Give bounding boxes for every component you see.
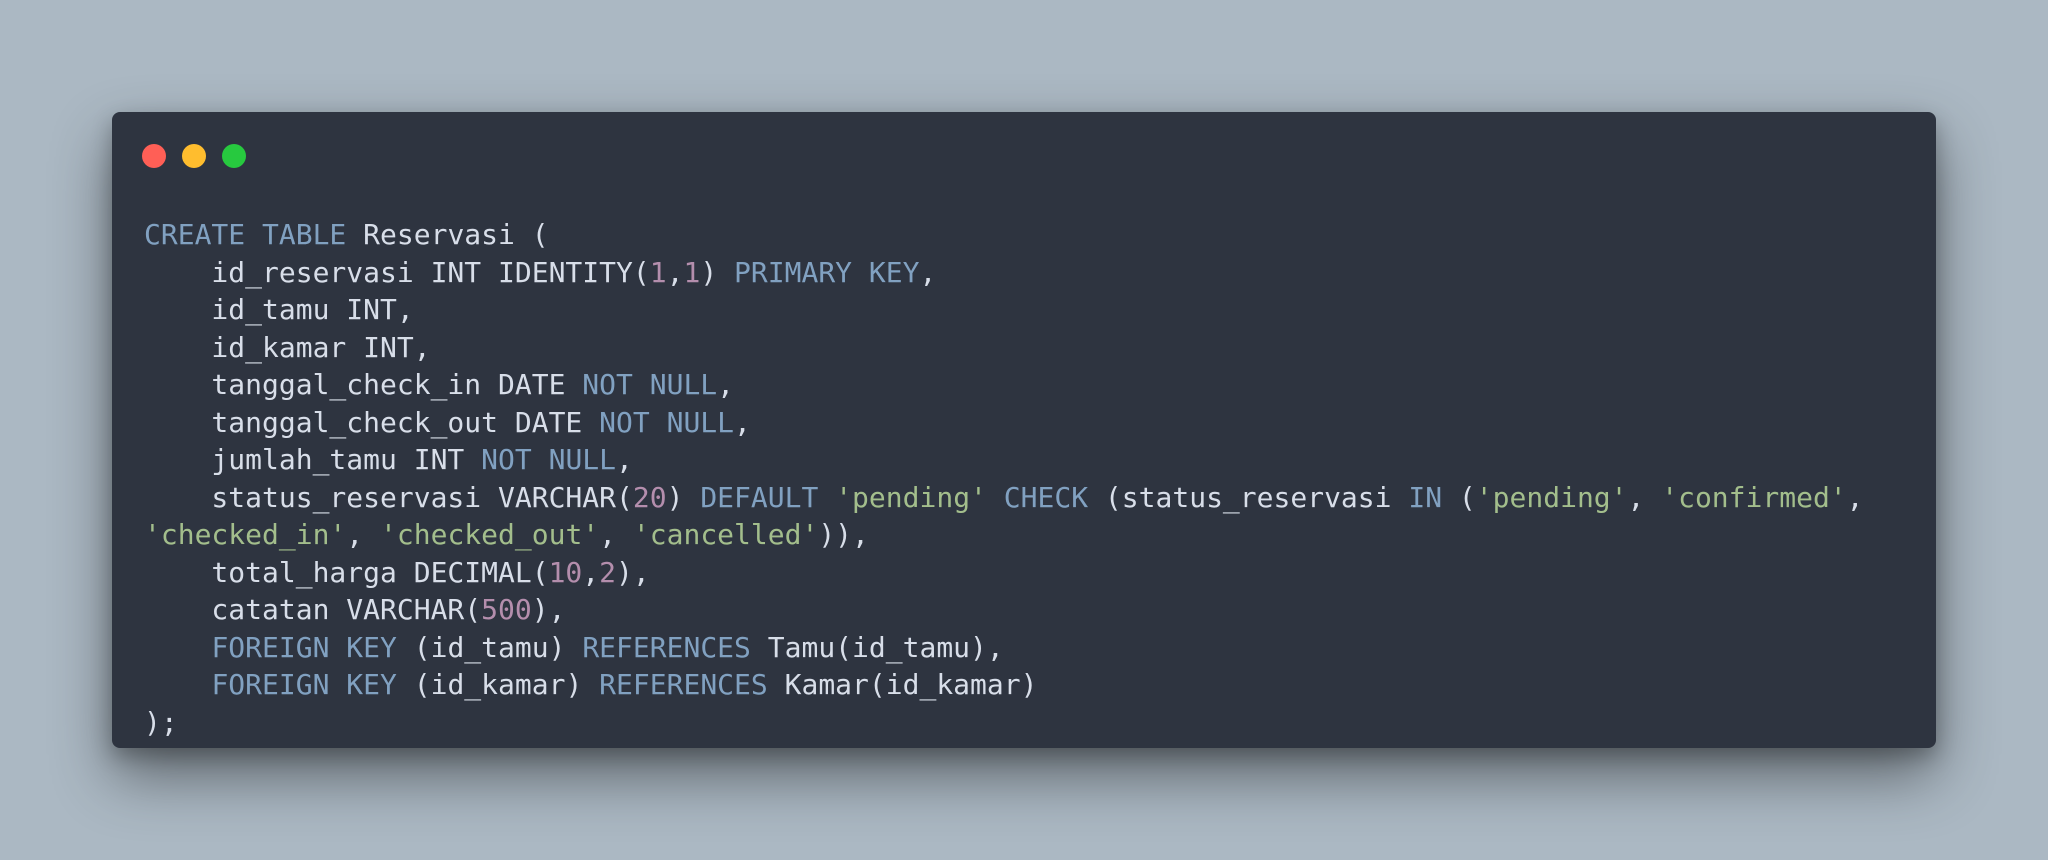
punctuation-token: ,: [1846, 480, 1864, 514]
code-line: id_reservasi INT IDENTITY(1,1) PRIMARY K…: [144, 254, 1924, 292]
number-token: 20: [632, 480, 667, 514]
punctuation-token: ): [666, 480, 701, 514]
punctuation-token: );: [144, 705, 178, 739]
keyword-token: NOT NULL: [481, 443, 617, 476]
identifier-token: Kamar(id_kamar): [767, 668, 1038, 701]
punctuation-token: ,: [346, 518, 381, 551]
string-token: 'confirmed': [1661, 480, 1847, 514]
punctuation-token: ,: [616, 443, 633, 476]
code-line: FOREIGN KEY (id_kamar) REFERENCES Kamar(…: [144, 666, 1924, 704]
number-token: 500: [481, 593, 532, 626]
identifier-token: id_kamar INT,: [144, 330, 431, 364]
keyword-token: REFERENCES: [582, 630, 751, 664]
keyword-token: FOREIGN KEY: [211, 668, 397, 701]
identifier-token: Reservasi (: [346, 218, 549, 251]
number-token: 1: [683, 255, 701, 289]
code-line: FOREIGN KEY (id_tamu) REFERENCES Tamu(id…: [144, 629, 1924, 667]
punctuation-token: ),: [616, 555, 650, 589]
identifier-token: catatan VARCHAR(: [144, 593, 482, 626]
code-line: catatan VARCHAR(500),: [144, 591, 1924, 629]
identifier-token: total_harga DECIMAL(: [144, 555, 549, 589]
keyword-token: PRIMARY KEY: [734, 255, 920, 289]
identifier-token: tanggal_check_in DATE: [144, 368, 583, 401]
punctuation-token: ,: [666, 255, 684, 289]
code-line: 'checked_in', 'checked_out', 'cancelled'…: [144, 516, 1924, 554]
code-line: tanggal_check_out DATE NOT NULL,: [144, 404, 1924, 442]
code-line: id_tamu INT,: [144, 291, 1924, 329]
punctuation-token: (id_kamar): [396, 668, 600, 701]
string-token: 'checked_out': [380, 518, 600, 551]
identifier-token: Tamu(id_tamu),: [750, 630, 1004, 664]
punctuation-token: )),: [818, 518, 869, 551]
punctuation-token: (status_reservasi: [1088, 480, 1409, 514]
maximize-icon[interactable]: [222, 144, 246, 168]
code-line: status_reservasi VARCHAR(20) DEFAULT 'pe…: [144, 479, 1924, 517]
punctuation-token: ,: [1627, 480, 1662, 514]
number-token: 1: [649, 255, 667, 289]
identifier-token: jumlah_tamu INT: [144, 443, 482, 476]
string-token: 'pending': [835, 480, 987, 514]
punctuation-token: ,: [582, 555, 600, 589]
identifier-token: status_reservasi VARCHAR(: [144, 480, 633, 514]
punctuation-token: ),: [531, 593, 566, 626]
code-block: CREATE TABLE Reservasi ( id_reservasi IN…: [144, 216, 1924, 741]
code-window: CREATE TABLE Reservasi ( id_reservasi IN…: [112, 112, 1936, 748]
keyword-token: CHECK: [1003, 480, 1089, 514]
punctuation-token: (id_tamu): [396, 630, 583, 664]
number-token: 10: [548, 555, 583, 589]
keyword-token: CREATE TABLE: [144, 218, 347, 251]
identifier-token: [144, 668, 211, 701]
punctuation-token: ,: [717, 368, 735, 401]
code-line: jumlah_tamu INT NOT NULL,: [144, 441, 1924, 479]
punctuation-token: ,: [734, 405, 751, 439]
punctuation-token: ,: [919, 255, 937, 289]
minimize-icon[interactable]: [182, 144, 206, 168]
identifier-token: [144, 631, 211, 664]
string-token: 'checked_in': [144, 518, 347, 551]
keyword-token: IN: [1408, 480, 1443, 514]
close-icon[interactable]: [142, 144, 166, 168]
identifier-token: tanggal_check_out DATE: [144, 405, 600, 439]
punctuation-token: ): [700, 255, 735, 289]
identifier-token: id_reservasi INT IDENTITY(: [144, 255, 650, 289]
keyword-token: REFERENCES: [599, 668, 768, 701]
punctuation-token: [818, 481, 835, 514]
code-line: total_harga DECIMAL(10,2),: [144, 554, 1924, 592]
punctuation-token: ,: [599, 518, 633, 551]
punctuation-token: (: [1442, 480, 1476, 514]
number-token: 2: [599, 555, 617, 589]
identifier-token: id_tamu INT,: [144, 293, 414, 326]
code-line: tanggal_check_in DATE NOT NULL,: [144, 366, 1924, 404]
code-line: CREATE TABLE Reservasi (: [144, 216, 1924, 254]
string-token: 'cancelled': [632, 518, 819, 551]
keyword-token: DEFAULT: [700, 480, 819, 514]
string-token: 'pending': [1475, 480, 1628, 514]
keyword-token: NOT NULL: [582, 368, 718, 401]
keyword-token: FOREIGN KEY: [211, 630, 397, 664]
code-line: id_kamar INT,: [144, 329, 1924, 367]
code-line: );: [144, 704, 1924, 742]
keyword-token: NOT NULL: [599, 405, 735, 439]
punctuation-token: [987, 481, 1004, 514]
